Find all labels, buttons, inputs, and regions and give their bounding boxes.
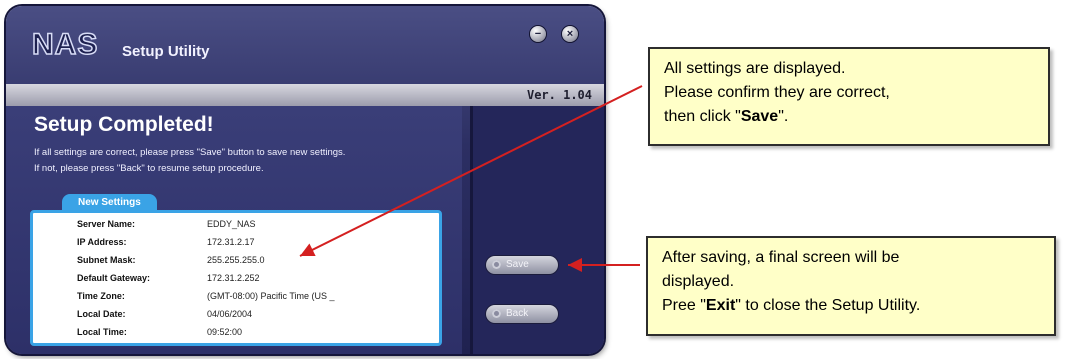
arrow-to-settings-line [299,85,643,257]
annotation-arrows [299,85,643,272]
arrow-to-save-button-head [568,258,582,272]
